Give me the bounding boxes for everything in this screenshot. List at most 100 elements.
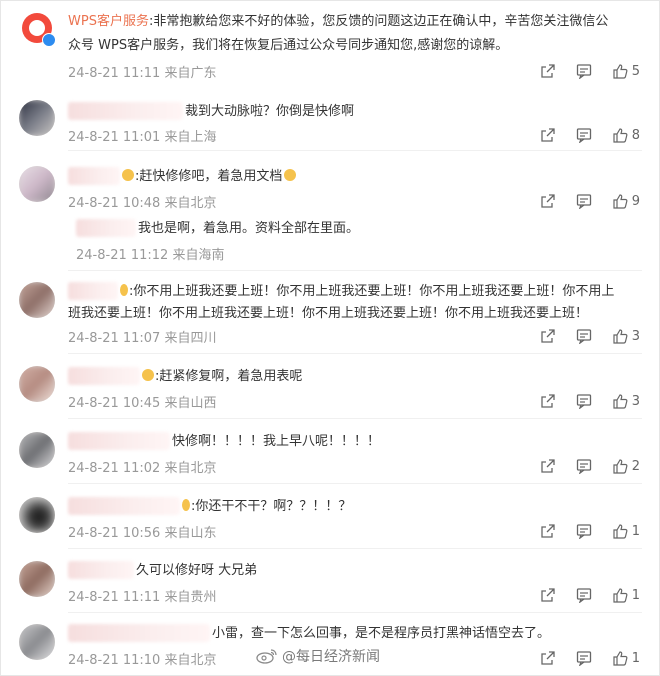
comment-actions: 1 bbox=[520, 649, 640, 667]
comment-icon[interactable] bbox=[576, 127, 592, 143]
share-icon[interactable] bbox=[540, 193, 556, 209]
comment-meta: 24-8-21 11:12 来自海南 bbox=[76, 248, 225, 263]
comment-meta: 24-8-21 11:07 来自四川 bbox=[68, 331, 217, 346]
comment-author[interactable]: WPS客户服务 bbox=[68, 14, 149, 29]
like-icon[interactable] bbox=[612, 523, 628, 539]
avatar[interactable] bbox=[19, 624, 55, 660]
comment-text: :你不用上班我还要上班！你不用上班我还要上班！你不用上班我还要上班！你不用上 bbox=[120, 282, 614, 301]
comment-text: 小雷，查一下怎么回事，是不是程序员打黑神话悟空去了。 bbox=[212, 626, 551, 641]
comment-meta: 24-8-21 11:11 来自贵州 bbox=[68, 590, 217, 605]
comment-text-continued: 班我还要上班！你不用上班我还要上班！你不用上班我还要上班！你不用上班我还要上班！ bbox=[68, 306, 589, 321]
comment-text-continued: 众号 WPS客户服务，我们将在恢复后通过公众号同步通知您,感谢您的谅解。 bbox=[68, 38, 509, 53]
username-redacted bbox=[76, 219, 136, 237]
avatar[interactable] bbox=[19, 282, 55, 318]
like-icon[interactable] bbox=[612, 193, 628, 209]
comment-meta: 24-8-21 11:01 来自上海 bbox=[68, 130, 217, 145]
share-icon[interactable] bbox=[540, 63, 556, 79]
share-icon[interactable] bbox=[540, 523, 556, 539]
like-icon[interactable] bbox=[612, 650, 628, 666]
like-count: 3 bbox=[631, 328, 640, 344]
divider bbox=[68, 270, 642, 271]
divider bbox=[68, 612, 642, 613]
divider bbox=[68, 418, 642, 419]
emoji-icon bbox=[122, 169, 134, 181]
share-icon[interactable] bbox=[540, 328, 556, 344]
username-redacted bbox=[68, 102, 183, 120]
avatar[interactable] bbox=[19, 100, 55, 136]
like-count: 8 bbox=[631, 127, 640, 143]
share-icon[interactable] bbox=[540, 650, 556, 666]
comment-actions: 9 bbox=[520, 192, 640, 210]
comment-meta: 24-8-21 11:02 来自北京 bbox=[68, 461, 217, 476]
like-count: 1 bbox=[631, 587, 640, 603]
share-icon[interactable] bbox=[540, 587, 556, 603]
emoji-icon bbox=[120, 284, 128, 296]
comment-text: 裁到大动脉啦？你倒是快修啊 bbox=[185, 104, 355, 119]
watermark: @每日经济新闻 bbox=[256, 646, 380, 666]
avatar[interactable] bbox=[19, 432, 55, 468]
comment-text: WPS客户服务:非常抱歉给您来不好的体验，您反馈的问题这边正在确认中，辛苦您关注… bbox=[68, 14, 609, 29]
like-icon[interactable] bbox=[612, 393, 628, 409]
comment-icon[interactable] bbox=[576, 193, 592, 209]
username-redacted bbox=[68, 282, 118, 300]
comment-icon[interactable] bbox=[576, 393, 592, 409]
comment-meta: 24-8-21 10:56 来自山东 bbox=[68, 526, 217, 541]
avatar[interactable] bbox=[19, 366, 55, 402]
comment-icon[interactable] bbox=[576, 63, 592, 79]
comment-icon[interactable] bbox=[576, 523, 592, 539]
username-redacted bbox=[68, 432, 170, 450]
comment-meta: 24-8-21 11:11 来自广东 bbox=[68, 66, 217, 81]
username-redacted bbox=[68, 624, 210, 642]
share-icon[interactable] bbox=[540, 393, 556, 409]
divider bbox=[68, 150, 642, 151]
like-icon[interactable] bbox=[612, 458, 628, 474]
comment-text: :你还干不干？啊？？！！？ bbox=[182, 497, 351, 516]
comment-actions: 8 bbox=[520, 126, 640, 144]
emoji-icon bbox=[182, 499, 190, 511]
username-redacted bbox=[68, 367, 140, 385]
comment-actions: 1 bbox=[520, 522, 640, 540]
comment-text: 我也是啊，着急用。资料全部在里面。 bbox=[138, 221, 360, 236]
verified-badge-icon bbox=[42, 33, 56, 47]
avatar[interactable] bbox=[22, 13, 56, 47]
username-redacted bbox=[68, 497, 180, 515]
comment-icon[interactable] bbox=[576, 587, 592, 603]
like-count: 9 bbox=[631, 193, 640, 209]
like-icon[interactable] bbox=[612, 328, 628, 344]
divider bbox=[68, 483, 642, 484]
wps-logo-icon bbox=[29, 20, 45, 36]
username-redacted bbox=[68, 561, 134, 579]
divider bbox=[68, 548, 642, 549]
avatar[interactable] bbox=[19, 561, 55, 597]
comment-actions: 3 bbox=[520, 392, 640, 410]
emoji-icon bbox=[142, 369, 154, 381]
share-icon[interactable] bbox=[540, 127, 556, 143]
comment-icon[interactable] bbox=[576, 328, 592, 344]
comment-text: :赶紧修复啊，着急用表呢 bbox=[142, 367, 302, 386]
comment-actions: 3 bbox=[520, 327, 640, 345]
comment-actions: 5 bbox=[520, 62, 640, 80]
weibo-logo-icon bbox=[256, 648, 278, 664]
avatar[interactable] bbox=[19, 166, 55, 202]
like-count: 1 bbox=[631, 650, 640, 666]
like-icon[interactable] bbox=[612, 587, 628, 603]
username-redacted bbox=[68, 167, 120, 185]
comment-meta: 24-8-21 10:45 来自山西 bbox=[68, 396, 217, 411]
comment-text: :赶快修修吧，着急用文档 bbox=[122, 167, 297, 186]
comment-text: 快修啊！！！！我上早八呢！！！！ bbox=[172, 434, 381, 449]
like-icon[interactable] bbox=[612, 63, 628, 79]
like-icon[interactable] bbox=[612, 127, 628, 143]
like-count: 3 bbox=[631, 393, 640, 409]
comment-text: 久可以修好呀 大兄弟 bbox=[136, 563, 258, 578]
like-count: 2 bbox=[631, 458, 640, 474]
comment-actions: 2 bbox=[520, 457, 640, 475]
crying-emoji-icon bbox=[284, 169, 297, 181]
comment-icon[interactable] bbox=[576, 458, 592, 474]
like-count: 5 bbox=[631, 63, 640, 79]
share-icon[interactable] bbox=[540, 458, 556, 474]
comment-icon[interactable] bbox=[576, 650, 592, 666]
comment-meta: 24-8-21 10:48 来自北京 bbox=[68, 196, 217, 211]
avatar[interactable] bbox=[19, 497, 55, 533]
divider bbox=[68, 353, 642, 354]
comment-meta: 24-8-21 11:10 来自北京 bbox=[68, 653, 217, 668]
